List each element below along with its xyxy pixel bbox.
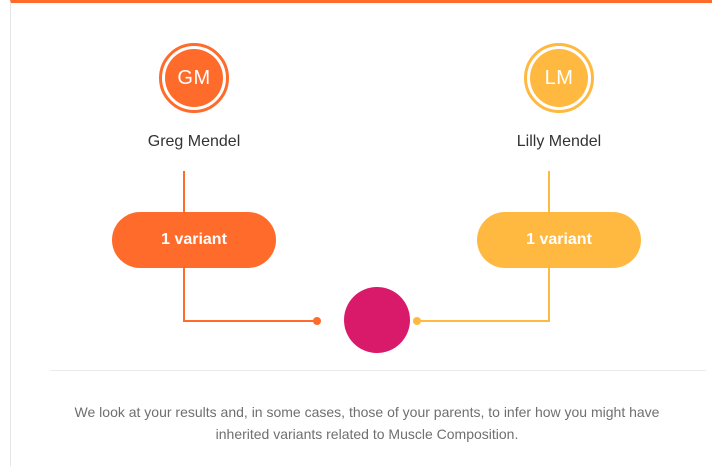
parent-avatar-ring-greg: GM <box>159 43 229 113</box>
parent-name-greg: Greg Mendel <box>147 133 241 150</box>
parent-name-lilly: Lilly Mendel <box>516 133 602 150</box>
parent-avatar-lilly: LM <box>530 49 588 107</box>
variant-count-lilly: 1 variant <box>477 212 641 268</box>
parent-avatar-ring-lilly: LM <box>524 43 594 113</box>
right-connector-lower <box>417 268 550 322</box>
divider <box>50 370 706 371</box>
left-connector-dot <box>313 317 321 325</box>
parent-avatar-greg: GM <box>165 49 223 107</box>
inheritance-card: GM Greg Mendel 1 variant LM Lilly Mendel… <box>10 0 712 466</box>
left-connector-lower <box>183 268 317 322</box>
right-connector-dot <box>413 317 421 325</box>
child-node <box>344 287 410 353</box>
variant-count-greg: 1 variant <box>112 212 276 268</box>
explanation-text: We look at your results and, in some cas… <box>74 404 660 442</box>
